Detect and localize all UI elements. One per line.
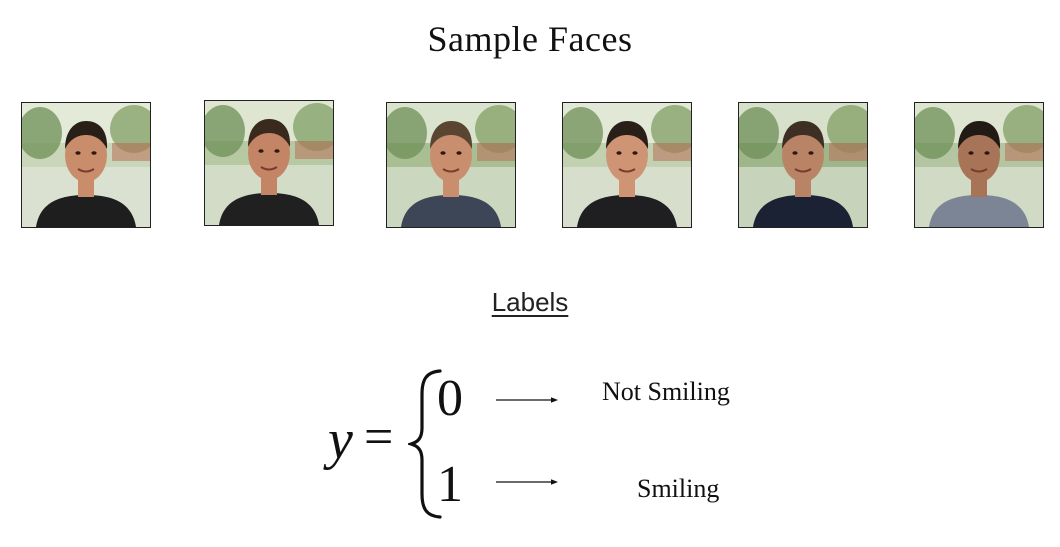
case-value-1: 1	[437, 456, 463, 513]
equals-sign: =	[364, 409, 394, 466]
case-meaning-not-smiling: Not Smiling	[602, 377, 730, 406]
label-equation: y = 0 1 Not Smiling Smiling	[0, 0, 1060, 547]
equation-variable: y	[328, 409, 353, 471]
right-arrow-icon	[496, 397, 558, 403]
right-arrow-icon	[496, 479, 558, 485]
case-value-0: 0	[437, 370, 463, 427]
case-meaning-smiling: Smiling	[637, 474, 720, 503]
